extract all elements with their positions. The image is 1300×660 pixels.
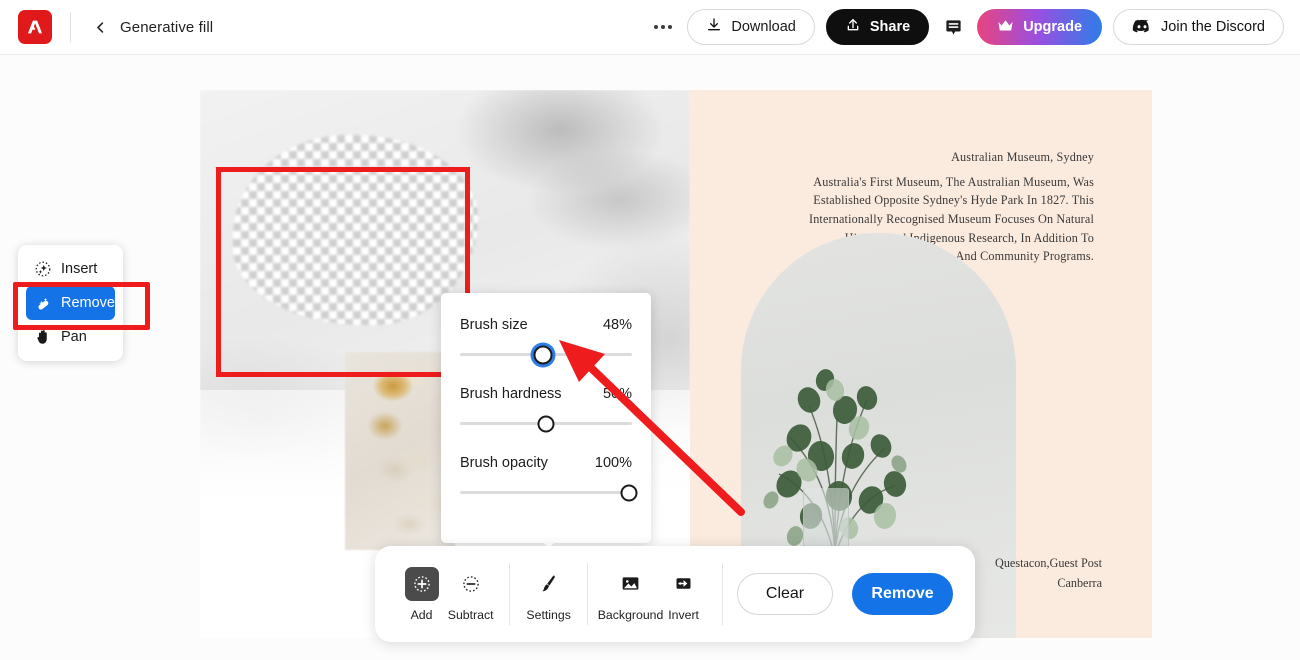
remove-button[interactable]: Remove [852,573,954,615]
brush-size-knob[interactable] [533,345,553,364]
upgrade-label: Upgrade [1023,19,1083,35]
brush-size-label: Brush size [460,317,528,333]
brush-hardness-row: Brush hardness 50% [460,386,632,432]
museum-title: Australian Museum, Sydney [951,150,1094,164]
dot [654,25,659,29]
toolbar-divider [509,563,511,625]
paintbrush-icon [532,567,566,601]
brush-size-value: 48% [602,317,632,333]
plus-dotted-circle-icon [404,566,439,601]
more-options-icon[interactable] [650,14,676,40]
top-toolbar-actions: Download Share Upgrade Join the Discord [650,9,1300,45]
bottom-tool-settings[interactable]: Settings [524,567,573,622]
bottom-tool-subtract-label: Subtract [447,607,494,622]
hand-icon [33,328,52,347]
sparkle-circle-icon [33,260,52,279]
top-toolbar: Generative fill Download Share Upgrade J… [0,0,1300,55]
bottom-tool-background-label: Background [597,607,664,622]
brush-hardness-header: Brush hardness 50% [460,386,632,402]
toolbar-divider [722,563,724,625]
brush-opacity-label: Brush opacity [460,455,548,471]
brush-opacity-header: Brush opacity 100% [460,455,632,471]
clear-button[interactable]: Clear [737,573,834,615]
tool-item-remove[interactable]: Remove [26,286,115,320]
discord-icon [1132,18,1152,37]
download-label: Download [731,19,796,35]
floral-thumbnail-photo [345,352,455,550]
bottom-tool-subtract[interactable]: Subtract [446,567,495,622]
bottom-toolbar: Add Subtract Settings Background Invert … [375,546,975,642]
back-chevron-icon[interactable] [91,18,109,36]
download-icon [706,17,722,37]
logo-divider [70,12,71,42]
brush-opacity-knob[interactable] [620,484,638,501]
discord-label: Join the Discord [1161,19,1265,35]
brush-hardness-value: 50% [602,386,632,402]
adobe-logo-icon[interactable] [18,10,52,44]
tool-item-insert[interactable]: Insert [26,252,115,286]
share-label: Share [869,19,911,35]
bottom-toolbar-actions: Clear Remove [737,573,954,615]
brush-hardness-knob[interactable] [537,415,555,432]
brush-opacity-slider[interactable] [460,484,638,501]
image-icon [614,567,648,601]
toolbar-divider [587,563,589,625]
brush-size-row: Brush size 48% [460,317,632,364]
generative-fill-app: Generative fill Download Share Upgrade J… [0,0,1300,660]
brush-settings-popover: Brush size 48% Brush hardness 50% Brush … [441,293,651,543]
dot [661,25,666,29]
download-button[interactable]: Download [687,9,815,45]
feedback-comment-icon[interactable] [940,14,966,40]
document-title: Generative fill [120,18,214,36]
tool-panel: Insert Remove Pan [18,245,123,361]
tool-item-pan[interactable]: Pan [26,320,115,354]
bottom-tool-add[interactable]: Add [397,566,446,622]
brush-size-slider[interactable] [460,345,632,364]
join-discord-button[interactable]: Join the Discord [1113,9,1284,45]
eraser-wand-icon [33,294,52,313]
bottom-tool-add-label: Add [410,607,433,622]
brush-size-header: Brush size 48% [460,317,632,333]
dot [668,25,673,29]
share-upload-icon [845,17,861,37]
invert-arrows-icon [667,567,701,601]
tool-item-insert-label: Insert [61,261,98,277]
bottom-tool-invert-label: Invert [668,607,699,622]
bottom-tool-invert[interactable]: Invert [659,567,708,622]
brush-opacity-value: 100% [594,455,632,471]
brush-hardness-label: Brush hardness [460,386,562,402]
minus-dotted-circle-icon [454,567,488,601]
brush-hardness-slider[interactable] [460,415,632,432]
share-button[interactable]: Share [825,9,930,45]
bottom-tool-background[interactable]: Background [598,567,663,622]
bottom-tool-settings-label: Settings [526,607,571,622]
crown-icon [997,18,1014,37]
upgrade-button[interactable]: Upgrade [977,9,1103,45]
brush-opacity-row: Brush opacity 100% [460,455,638,501]
tool-item-remove-label: Remove [61,295,115,311]
tool-item-pan-label: Pan [61,329,87,345]
